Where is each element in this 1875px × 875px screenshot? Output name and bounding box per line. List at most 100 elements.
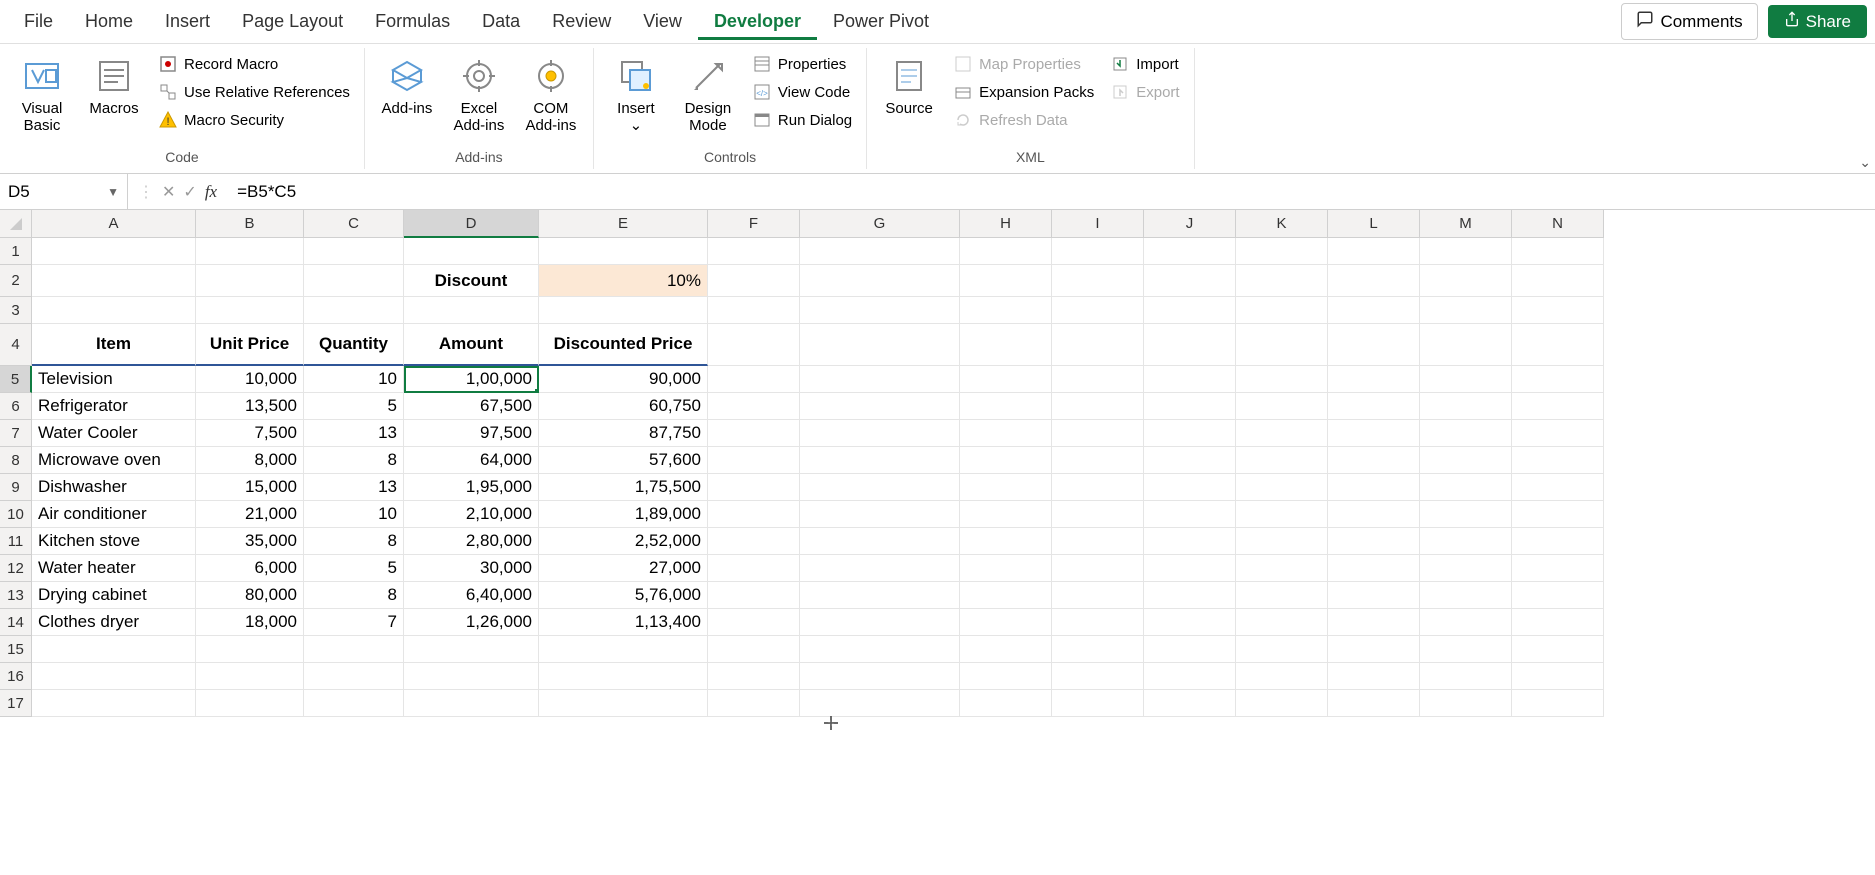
visual-basic-button[interactable]: Visual Basic [10,52,74,137]
cell-J13[interactable] [1144,582,1236,609]
cell-N3[interactable] [1512,297,1604,324]
cell-C14[interactable]: 7 [304,609,404,636]
cell-B17[interactable] [196,690,304,717]
cell-D1[interactable] [404,238,539,265]
name-box-input[interactable] [8,182,88,202]
cell-K6[interactable] [1236,393,1328,420]
cell-K16[interactable] [1236,663,1328,690]
cell-B4[interactable]: Unit Price [196,324,304,366]
cell-H15[interactable] [960,636,1052,663]
cell-M16[interactable] [1420,663,1512,690]
cell-J17[interactable] [1144,690,1236,717]
expansion-packs-button[interactable]: Expansion Packs [949,80,1098,104]
cell-J6[interactable] [1144,393,1236,420]
cell-D5[interactable]: 1,00,000 [404,366,539,393]
cell-G4[interactable] [800,324,960,366]
cell-H12[interactable] [960,555,1052,582]
cell-N6[interactable] [1512,393,1604,420]
cell-C11[interactable]: 8 [304,528,404,555]
cell-N5[interactable] [1512,366,1604,393]
cell-E17[interactable] [539,690,708,717]
cell-H16[interactable] [960,663,1052,690]
run-dialog-button[interactable]: Run Dialog [748,108,856,132]
cell-L17[interactable] [1328,690,1420,717]
cell-I16[interactable] [1052,663,1144,690]
column-header-M[interactable]: M [1420,210,1512,238]
cell-J5[interactable] [1144,366,1236,393]
cell-G9[interactable] [800,474,960,501]
row-header-10[interactable]: 10 [0,501,32,528]
cell-G15[interactable] [800,636,960,663]
cell-B5[interactable]: 10,000 [196,366,304,393]
cell-C8[interactable]: 8 [304,447,404,474]
column-header-G[interactable]: G [800,210,960,238]
menu-item-view[interactable]: View [627,3,698,40]
cell-H1[interactable] [960,238,1052,265]
cell-C9[interactable]: 13 [304,474,404,501]
cell-B8[interactable]: 8,000 [196,447,304,474]
cell-A8[interactable]: Microwave oven [32,447,196,474]
cell-K5[interactable] [1236,366,1328,393]
cell-K10[interactable] [1236,501,1328,528]
cell-K11[interactable] [1236,528,1328,555]
cell-C10[interactable]: 10 [304,501,404,528]
com-addins-button[interactable]: COM Add-ins [519,52,583,137]
cell-N15[interactable] [1512,636,1604,663]
cell-N8[interactable] [1512,447,1604,474]
cell-J1[interactable] [1144,238,1236,265]
cell-D8[interactable]: 64,000 [404,447,539,474]
cell-H5[interactable] [960,366,1052,393]
insert-control-button[interactable]: Insert⌄ [604,52,668,137]
column-header-H[interactable]: H [960,210,1052,238]
column-header-J[interactable]: J [1144,210,1236,238]
cell-M7[interactable] [1420,420,1512,447]
cell-J2[interactable] [1144,265,1236,297]
xml-source-button[interactable]: Source [877,52,941,119]
row-header-7[interactable]: 7 [0,420,32,447]
cell-C13[interactable]: 8 [304,582,404,609]
column-header-F[interactable]: F [708,210,800,238]
cell-D16[interactable] [404,663,539,690]
cell-I7[interactable] [1052,420,1144,447]
cell-D13[interactable]: 6,40,000 [404,582,539,609]
cell-G8[interactable] [800,447,960,474]
cell-H6[interactable] [960,393,1052,420]
cell-B7[interactable]: 7,500 [196,420,304,447]
cell-I1[interactable] [1052,238,1144,265]
cell-C6[interactable]: 5 [304,393,404,420]
fx-icon[interactable]: fx [205,182,217,202]
cell-M8[interactable] [1420,447,1512,474]
cell-B10[interactable]: 21,000 [196,501,304,528]
cell-F2[interactable] [708,265,800,297]
cell-K1[interactable] [1236,238,1328,265]
cell-E8[interactable]: 57,600 [539,447,708,474]
cell-K8[interactable] [1236,447,1328,474]
menu-item-data[interactable]: Data [466,3,536,40]
cell-E2[interactable]: 10% [539,265,708,297]
cell-D12[interactable]: 30,000 [404,555,539,582]
name-box[interactable]: ▼ [0,174,128,209]
cell-D4[interactable]: Amount [404,324,539,366]
cell-J3[interactable] [1144,297,1236,324]
excel-addins-button[interactable]: Excel Add-ins [447,52,511,137]
cell-I8[interactable] [1052,447,1144,474]
cell-J7[interactable] [1144,420,1236,447]
select-all-corner[interactable] [0,210,32,238]
cell-C16[interactable] [304,663,404,690]
cell-F3[interactable] [708,297,800,324]
cell-J9[interactable] [1144,474,1236,501]
cell-I13[interactable] [1052,582,1144,609]
cell-H13[interactable] [960,582,1052,609]
cell-H17[interactable] [960,690,1052,717]
cell-G2[interactable] [800,265,960,297]
cell-M10[interactable] [1420,501,1512,528]
comments-button[interactable]: Comments [1621,3,1757,40]
cell-L4[interactable] [1328,324,1420,366]
cell-E16[interactable] [539,663,708,690]
cell-K15[interactable] [1236,636,1328,663]
cell-L11[interactable] [1328,528,1420,555]
cell-C5[interactable]: 10 [304,366,404,393]
cell-A10[interactable]: Air conditioner [32,501,196,528]
cell-H9[interactable] [960,474,1052,501]
cell-D6[interactable]: 67,500 [404,393,539,420]
